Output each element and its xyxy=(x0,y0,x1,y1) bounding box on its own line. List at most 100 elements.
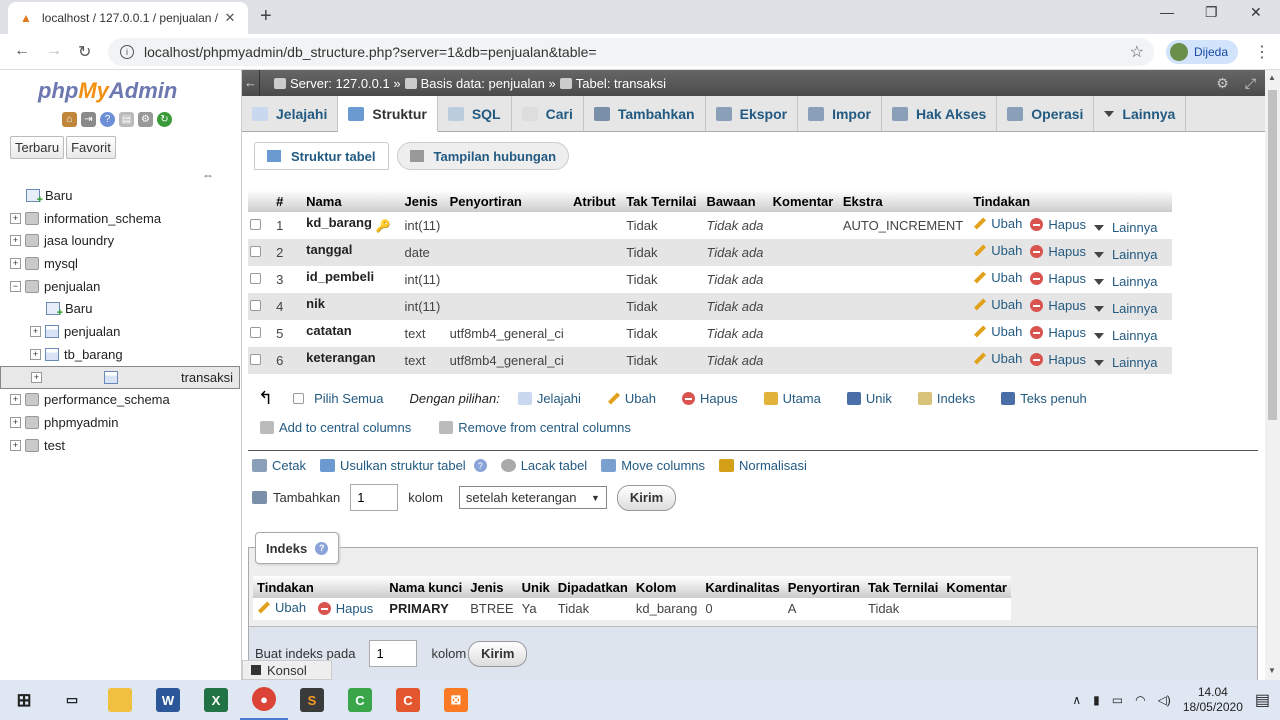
select-all-checkbox[interactable] xyxy=(293,393,305,404)
phpmyadmin-logo[interactable]: phpMyAdmin xyxy=(38,78,177,104)
tree-expand-icon[interactable]: + xyxy=(10,212,21,224)
bulk-index[interactable]: Indeks xyxy=(917,391,975,406)
column-name[interactable]: kd_barang xyxy=(306,215,372,230)
row-checkbox[interactable] xyxy=(250,327,261,338)
collapse-nav-icon[interactable]: ← xyxy=(242,70,260,96)
delete-column-link[interactable]: Hapus xyxy=(1030,325,1086,340)
tree-item[interactable]: + phpmyadmin xyxy=(0,411,240,434)
tab-hak-akses[interactable]: Hak Akses xyxy=(882,96,998,131)
page-settings-gear-icon[interactable]: ⚙ xyxy=(1216,75,1229,92)
tree-expand-icon[interactable]: + xyxy=(10,235,21,247)
column-header[interactable]: Komentar xyxy=(770,190,841,212)
subtab-relation-view[interactable]: Tampilan hubungan xyxy=(396,142,570,170)
more-actions-link[interactable]: Lainnya xyxy=(1093,301,1157,316)
tree-item[interactable]: Baru xyxy=(0,297,240,320)
taskbar-codeblocks[interactable]: C xyxy=(336,680,384,720)
row-checkbox[interactable] xyxy=(250,219,261,230)
tree-expand-icon[interactable]: + xyxy=(10,394,21,406)
close-tab-icon[interactable]: ✕ xyxy=(222,10,238,26)
column-header[interactable]: Tak Ternilai xyxy=(624,190,705,212)
bulk-unique[interactable]: Unik xyxy=(846,391,892,406)
column-header[interactable]: Tindakan xyxy=(971,190,1172,212)
clock[interactable]: 14.04 18/05/2020 xyxy=(1183,685,1243,715)
scroll-up-icon[interactable]: ▲ xyxy=(1268,73,1276,82)
breadcrumb-server[interactable]: Server: 127.0.0.1 » xyxy=(274,76,401,91)
tree-item[interactable]: + transaksi xyxy=(0,365,240,389)
scrollbar-thumb[interactable] xyxy=(1268,90,1277,420)
wifi-icon[interactable]: ◠ xyxy=(1135,693,1145,707)
remove-central-columns[interactable]: Remove from central columns xyxy=(439,420,631,435)
bulk-browse[interactable]: Jelajahi xyxy=(517,391,581,406)
row-checkbox[interactable] xyxy=(250,246,261,257)
link-with-main-icon[interactable]: ⇔ xyxy=(202,168,214,182)
tab-recent[interactable]: Terbaru xyxy=(10,136,65,159)
window-close-icon[interactable]: ✕ xyxy=(1250,4,1262,21)
column-header[interactable]: # xyxy=(274,190,305,212)
index-edit-link[interactable]: Ubah xyxy=(257,600,306,615)
taskbar-word[interactable]: W xyxy=(144,680,192,720)
create-index-submit-button[interactable]: Kirim xyxy=(468,640,528,667)
taskbar-app-red[interactable]: C xyxy=(384,680,432,720)
track-table-link[interactable]: Lacak tabel xyxy=(500,458,587,473)
column-name[interactable]: catatan xyxy=(306,323,352,338)
back-icon[interactable]: ← xyxy=(14,42,30,60)
edit-column-link[interactable]: Ubah xyxy=(973,351,1022,366)
taskbar-chrome[interactable]: ● xyxy=(240,680,288,720)
tab-lainnya[interactable]: Lainnya xyxy=(1094,96,1187,131)
delete-column-link[interactable]: Hapus xyxy=(1030,244,1086,259)
row-checkbox[interactable] xyxy=(250,354,261,365)
task-view-button[interactable]: ▭ xyxy=(48,680,96,720)
site-info-icon[interactable]: i xyxy=(120,45,134,59)
column-header[interactable]: Penyortiran xyxy=(447,190,572,212)
tab-struktur[interactable]: Struktur xyxy=(338,96,438,132)
bulk-primary[interactable]: Utama xyxy=(763,391,821,406)
home-icon[interactable]: ⌂ xyxy=(62,112,77,127)
taskbar-file-explorer[interactable] xyxy=(96,680,144,720)
browser-menu-icon[interactable]: ⋮ xyxy=(1254,42,1270,62)
tree-item[interactable]: + test xyxy=(0,434,240,457)
tree-item[interactable]: + jasa loundry xyxy=(0,229,240,252)
tree-expand-icon[interactable]: − xyxy=(10,280,21,292)
tree-item[interactable]: − penjualan xyxy=(0,275,240,298)
bulk-edit[interactable]: Ubah xyxy=(607,391,656,406)
tree-item[interactable]: + penjualan xyxy=(0,320,240,343)
maximize-icon[interactable]: ⤢ xyxy=(1245,75,1256,92)
normalize-link[interactable]: Normalisasi xyxy=(719,458,807,473)
tab-favorite[interactable]: Favorit xyxy=(66,136,116,159)
reload-icon[interactable]: ↻ xyxy=(78,42,91,62)
show-hidden-icons-icon[interactable]: ∧ xyxy=(1072,693,1081,707)
column-name[interactable]: nik xyxy=(306,296,325,311)
add-column-count-input[interactable] xyxy=(350,484,399,511)
help-icon[interactable]: ? xyxy=(315,541,329,555)
tree-item[interactable]: + tb_barang xyxy=(0,343,240,366)
volume-icon[interactable]: ◁) xyxy=(1158,693,1171,707)
forward-icon[interactable]: → xyxy=(46,42,62,60)
restore-icon[interactable]: ❐ xyxy=(1205,4,1218,21)
tree-item[interactable]: Baru xyxy=(0,184,240,207)
tree-expand-icon[interactable]: + xyxy=(30,348,41,360)
bulk-fulltext[interactable]: Teks penuh xyxy=(1001,391,1087,406)
row-checkbox[interactable] xyxy=(250,273,261,284)
column-name[interactable]: id_pembeli xyxy=(306,269,374,284)
tree-expand-icon[interactable]: + xyxy=(10,417,21,429)
column-header[interactable]: Jenis xyxy=(402,190,448,212)
edit-column-link[interactable]: Ubah xyxy=(973,216,1022,231)
scroll-down-icon[interactable]: ▼ xyxy=(1268,666,1276,675)
tab-impor[interactable]: Impor xyxy=(798,96,882,131)
taskbar-xampp[interactable]: ⊠ xyxy=(432,680,480,720)
logout-icon[interactable]: ⇥ xyxy=(81,112,96,127)
edit-column-link[interactable]: Ubah xyxy=(973,243,1022,258)
column-header[interactable]: Bawaan xyxy=(704,190,771,212)
docs-icon[interactable]: ▤ xyxy=(119,112,134,127)
column-header[interactable]: Nama xyxy=(304,190,403,212)
column-name[interactable]: keterangan xyxy=(306,350,375,365)
column-name[interactable]: tanggal xyxy=(306,242,352,257)
move-columns-link[interactable]: Move columns xyxy=(601,458,705,473)
more-actions-link[interactable]: Lainnya xyxy=(1093,274,1157,289)
tab-operasi[interactable]: Operasi xyxy=(997,96,1095,131)
tab-jelajahi[interactable]: Jelajahi xyxy=(242,96,339,131)
row-checkbox[interactable] xyxy=(250,300,261,311)
edit-column-link[interactable]: Ubah xyxy=(973,324,1022,339)
help-icon[interactable]: ? xyxy=(473,459,487,472)
tab-tambahkan[interactable]: Tambahkan xyxy=(584,96,706,131)
